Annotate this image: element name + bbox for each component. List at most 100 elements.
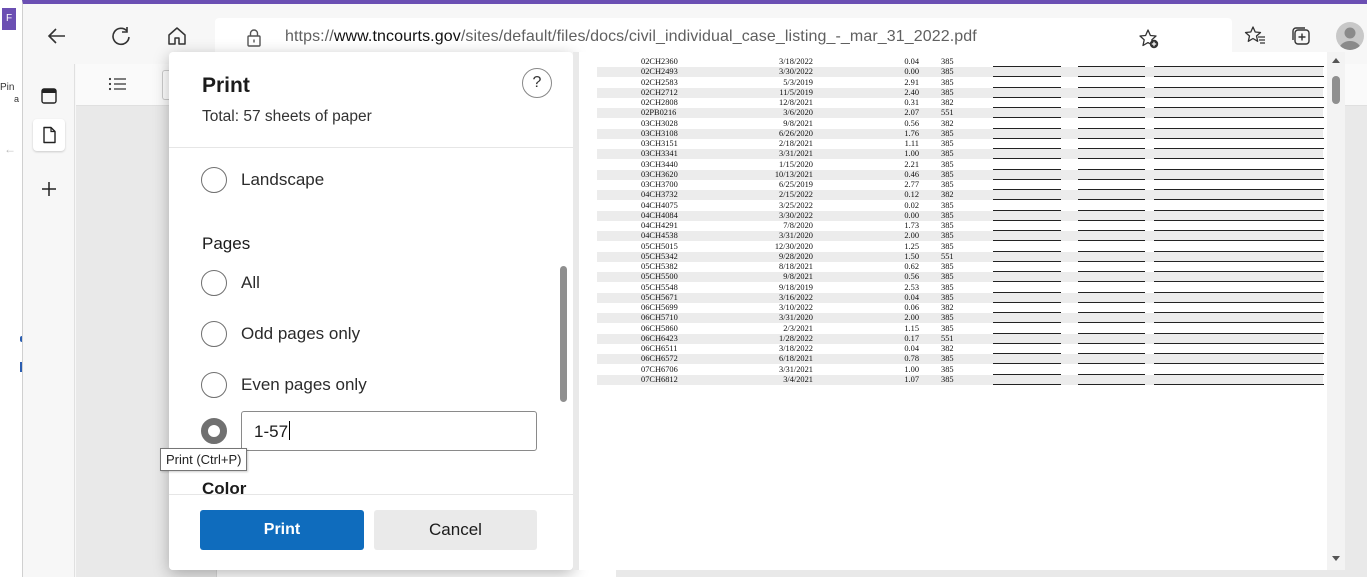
pages-custom-radio[interactable] bbox=[201, 418, 227, 444]
tab-actions-button[interactable] bbox=[33, 80, 65, 112]
preview-row: 02CH2712 11/5/2019 2.40 385 bbox=[597, 87, 1324, 98]
print-dialog-footer: Print Cancel bbox=[169, 494, 573, 570]
print-settings-panel[interactable]: Landscape Pages All Odd pages only Even … bbox=[169, 149, 573, 494]
preview-cell-filed-date: 6/26/2020 bbox=[779, 128, 813, 138]
scroll-up-icon[interactable] bbox=[1332, 58, 1340, 63]
scroll-down-icon[interactable] bbox=[1332, 556, 1340, 561]
favorites-icon bbox=[1244, 26, 1265, 44]
help-button[interactable]: ? bbox=[522, 68, 552, 98]
preview-cell-code: 382 bbox=[941, 344, 954, 353]
pages-custom-option[interactable] bbox=[201, 417, 241, 445]
home-button[interactable] bbox=[163, 22, 191, 50]
preview-row: 03CH3028 9/8/2021 0.56 382 bbox=[597, 119, 1324, 129]
preview-cell-code: 385 bbox=[941, 57, 954, 66]
preview-cell-code: 551 bbox=[941, 251, 954, 261]
preview-cell-filed-date: 10/13/2021 bbox=[774, 169, 813, 179]
preview-row: 06CH5860 2/3/2021 1.15 385 bbox=[597, 323, 1324, 334]
preview-row: 05CH5015 12/30/2020 1.25 385 bbox=[597, 242, 1324, 252]
background-pin-label: Pin bbox=[0, 82, 15, 93]
preview-row: 04CH3732 2/15/2022 0.12 382 bbox=[597, 190, 1324, 201]
preview-cell-code: 385 bbox=[941, 180, 954, 189]
print-preview[interactable]: 02CH2360 3/18/2022 0.04 385 02CH2493 3/30/202… bbox=[573, 52, 1345, 570]
home-icon bbox=[168, 27, 186, 45]
preview-cell-filed-date: 3/30/2022 bbox=[779, 67, 813, 77]
preview-cell-case-number: 05CH5342 bbox=[641, 251, 678, 261]
pages-even-option[interactable]: Even pages only bbox=[201, 371, 367, 399]
preview-blank-line bbox=[993, 383, 1061, 385]
preview-cell-amount: 1.07 bbox=[904, 374, 919, 384]
pdf-tab[interactable] bbox=[33, 119, 65, 151]
preview-cell-code: 385 bbox=[941, 77, 954, 87]
preview-cell-filed-date: 3/31/2020 bbox=[779, 313, 813, 323]
preview-cell-filed-date: 3/10/2022 bbox=[779, 303, 813, 312]
cancel-button[interactable]: Cancel bbox=[374, 510, 537, 550]
background-window-button[interactable]: F bbox=[2, 8, 16, 30]
pages-odd-option[interactable]: Odd pages only bbox=[201, 320, 360, 348]
preview-cell-amount: 0.02 bbox=[904, 200, 919, 210]
preview-cell-case-number: 06CH6572 bbox=[641, 354, 678, 364]
settings-scrollbar[interactable] bbox=[560, 266, 567, 402]
new-tab-plus-icon bbox=[42, 182, 56, 196]
preview-cell-case-number: 04CH4075 bbox=[641, 200, 678, 210]
url-text[interactable]: https://www.tncourts.gov/sites/default/f… bbox=[285, 28, 977, 46]
preview-cell-code: 385 bbox=[941, 323, 954, 333]
pages-even-radio[interactable] bbox=[201, 372, 227, 398]
vertical-tab-strip bbox=[23, 64, 75, 577]
tab-actions-icon bbox=[41, 88, 57, 104]
preview-cell-case-number: 05CH5382 bbox=[641, 262, 678, 271]
preview-cell-case-number: 06CH5710 bbox=[641, 313, 678, 323]
preview-row: 05CH5342 9/28/2020 1.50 551 bbox=[597, 251, 1324, 262]
preview-cell-case-number: 06CH5699 bbox=[641, 303, 678, 312]
preview-cell-filed-date: 1/15/2020 bbox=[779, 159, 813, 169]
preview-cell-case-number: 03CH3341 bbox=[641, 149, 678, 159]
pages-label: Pages bbox=[202, 234, 251, 253]
add-favorite-icon[interactable] bbox=[1138, 28, 1160, 50]
preview-row: 06CH6423 1/28/2022 0.17 551 bbox=[597, 333, 1324, 344]
preview-cell-case-number: 06CH6423 bbox=[641, 333, 678, 343]
preview-scrollbar[interactable] bbox=[1327, 52, 1345, 570]
preview-cell-filed-date: 8/18/2021 bbox=[779, 262, 813, 271]
print-dialog-title: Print bbox=[202, 74, 250, 97]
scroll-thumb[interactable] bbox=[1332, 76, 1340, 104]
preview-cell-filed-date: 6/18/2021 bbox=[779, 354, 813, 364]
favorites-button[interactable] bbox=[1241, 22, 1269, 50]
contents-list-icon[interactable] bbox=[108, 76, 128, 92]
preview-cell-code: 385 bbox=[941, 354, 954, 364]
pdf-tab-icon bbox=[43, 126, 56, 144]
profile-avatar-icon[interactable] bbox=[1336, 22, 1364, 50]
preview-cell-amount: 0.04 bbox=[904, 292, 919, 302]
preview-row: 05CH5382 8/18/2021 0.62 385 bbox=[597, 262, 1324, 272]
preview-cell-amount: 2.00 bbox=[904, 231, 919, 241]
preview-cell-amount: 1.76 bbox=[904, 128, 919, 138]
url-path: /sites/default/files/docs/civil_individu… bbox=[460, 28, 977, 45]
preview-row: 05CH5671 3/16/2022 0.04 385 bbox=[597, 292, 1324, 303]
pages-range-input[interactable]: 1-57 bbox=[241, 411, 537, 451]
lock-icon[interactable] bbox=[245, 28, 263, 48]
print-button[interactable]: Print bbox=[200, 510, 364, 550]
back-button[interactable] bbox=[43, 22, 71, 50]
landscape-radio[interactable] bbox=[201, 167, 227, 193]
url-host: www.tncourts.gov bbox=[333, 28, 461, 45]
pages-even-label: Even pages only bbox=[241, 375, 367, 394]
refresh-button[interactable] bbox=[107, 22, 135, 50]
preview-page: 02CH2360 3/18/2022 0.04 385 02CH2493 3/30/202… bbox=[579, 52, 1327, 570]
preview-cell-case-number: 07CH6812 bbox=[641, 374, 678, 384]
pages-odd-radio[interactable] bbox=[201, 321, 227, 347]
preview-cell-amount: 1.15 bbox=[904, 323, 919, 333]
preview-cell-case-number: 03CH3700 bbox=[641, 180, 678, 189]
preview-cell-code: 385 bbox=[941, 159, 954, 169]
preview-cell-amount: 0.00 bbox=[904, 210, 919, 220]
preview-row: 04CH4291 7/8/2020 1.73 385 bbox=[597, 221, 1324, 231]
preview-cell-code: 385 bbox=[941, 87, 954, 97]
preview-cell-code: 551 bbox=[941, 108, 954, 118]
preview-cell-amount: 2.53 bbox=[904, 282, 919, 292]
preview-cell-amount: 0.31 bbox=[904, 98, 919, 107]
preview-cell-code: 385 bbox=[941, 282, 954, 292]
collections-button[interactable] bbox=[1287, 22, 1315, 50]
new-tab-button[interactable] bbox=[33, 173, 65, 205]
layout-landscape-option[interactable]: Landscape bbox=[201, 166, 324, 194]
pages-all-option[interactable]: All bbox=[201, 269, 260, 297]
preview-cell-case-number: 05CH5671 bbox=[641, 292, 678, 302]
pages-all-radio[interactable] bbox=[201, 270, 227, 296]
preview-row: 02CH2493 3/30/2022 0.00 385 bbox=[597, 67, 1324, 78]
